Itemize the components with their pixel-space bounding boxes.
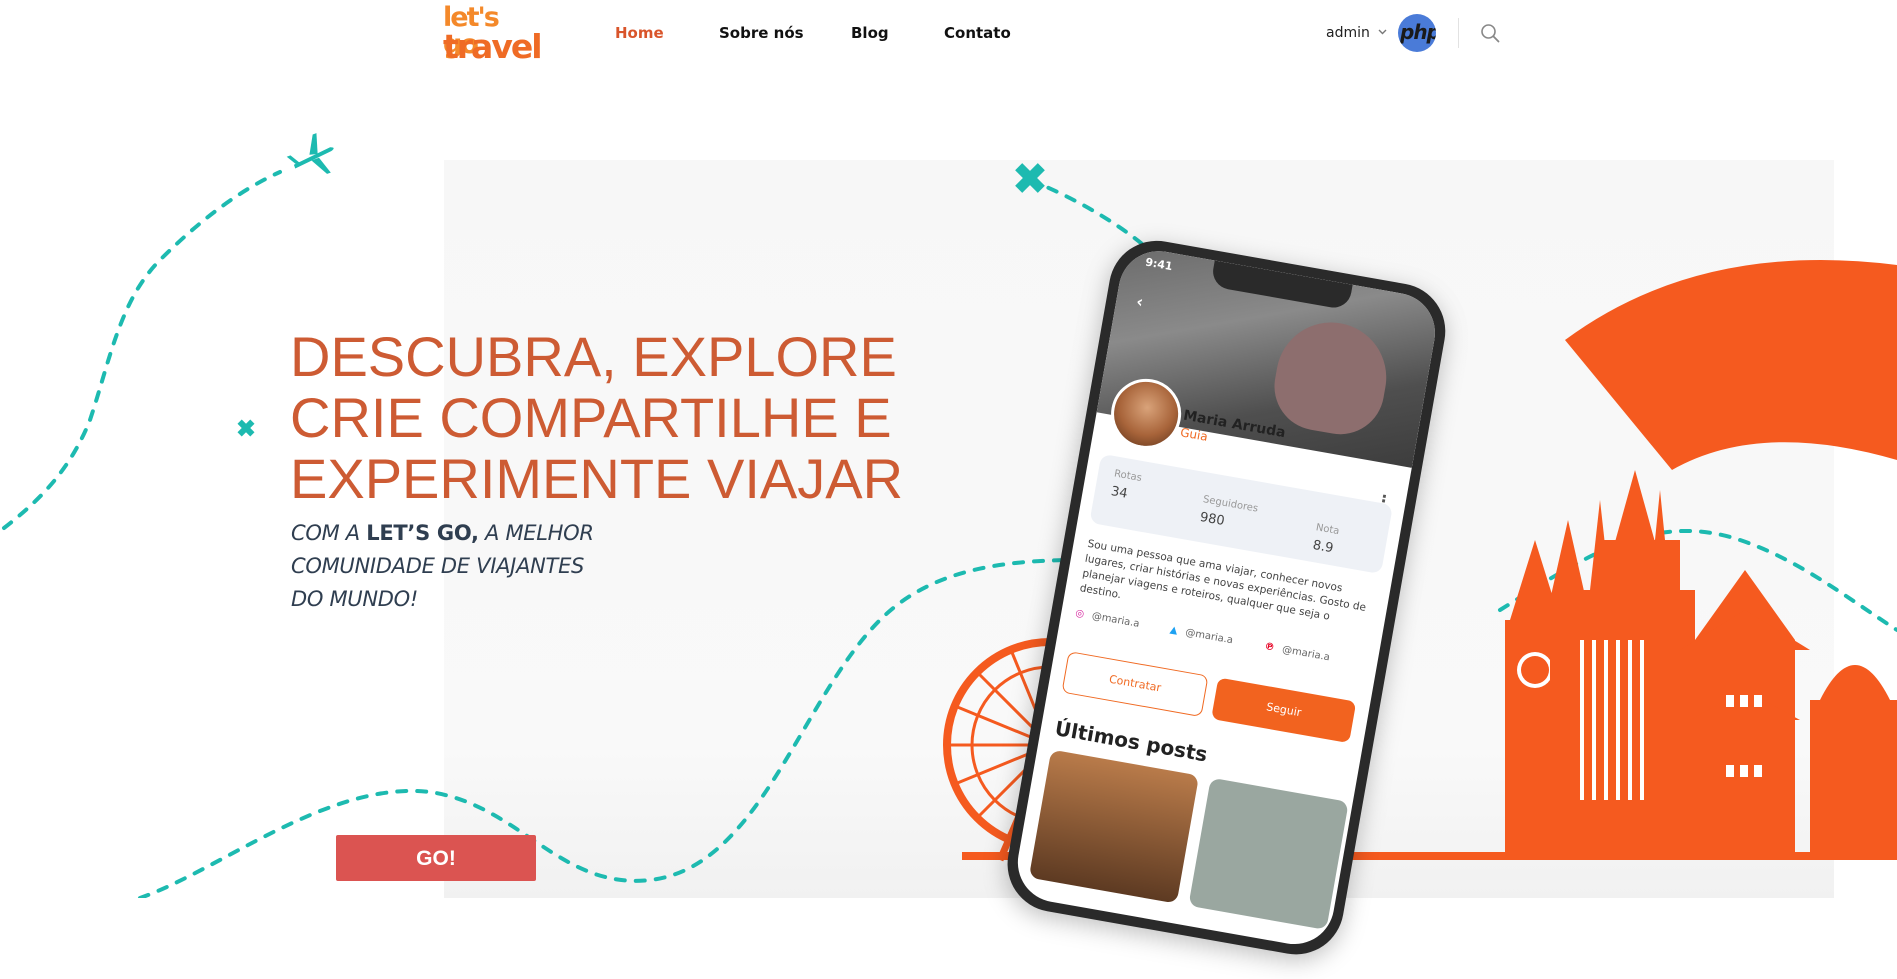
logo-line-2: travel	[443, 27, 543, 66]
hero-illustration	[2, 133, 1897, 898]
site-header: let's go travel Home Sobre nós Blog Cont…	[0, 0, 1897, 66]
tagline-prefix: COM A	[291, 521, 360, 545]
nav-about[interactable]: Sobre nós	[719, 24, 804, 42]
hire-button: Contratar	[1061, 651, 1209, 718]
nav-home[interactable]: Home	[615, 24, 664, 42]
stat-followers: Seguidores 980	[1198, 494, 1292, 541]
go-button[interactable]: GO!	[336, 835, 536, 881]
post-thumbnail	[1188, 777, 1349, 931]
twitter-icon: ▲	[1169, 624, 1179, 637]
nav-blog[interactable]: Blog	[851, 24, 889, 42]
hero-headline: DESCUBRA, EXPLORE CRIE COMPARTILHE E EXP…	[290, 326, 903, 509]
social-instagram: ◎ @maria.a	[1074, 608, 1140, 631]
pinterest-icon: ℗	[1263, 641, 1276, 654]
instagram-icon: ◎	[1074, 607, 1085, 621]
social-handle: @maria.a	[1281, 644, 1331, 664]
tagline-brand: LET’S GO,	[366, 521, 479, 545]
headline-line-1: DESCUBRA, EXPLORE	[290, 325, 897, 388]
headline-line-3: EXPERIMENTE VIAJAR	[290, 447, 904, 510]
dashed-route-left	[2, 170, 282, 530]
avatar-text: php	[1400, 20, 1436, 44]
chevron-down-icon[interactable]	[1377, 26, 1388, 37]
follow-button: Seguir	[1211, 677, 1357, 744]
post-thumbnail	[1028, 749, 1200, 904]
tagline-line-2: COMUNIDADE DE VIAJANTES	[291, 554, 585, 578]
header-divider	[1458, 18, 1459, 48]
cover-person-shape	[1267, 313, 1395, 442]
nav-contact[interactable]: Contato	[944, 24, 1011, 42]
search-icon[interactable]	[1480, 23, 1500, 43]
brand-logo[interactable]: let's go travel	[443, 4, 543, 66]
social-handle: @maria.a	[1090, 610, 1141, 630]
phone-frame: 9:41 ‹ Maria Arruda Guia ⋮ Rotas 34 Segu…	[999, 233, 1453, 962]
user-menu-name[interactable]: admin	[1326, 24, 1370, 42]
cross-icon	[1015, 163, 1045, 193]
stat-rating: Nota 8.9	[1311, 522, 1405, 569]
headline-line-2: CRIE COMPARTILHE E	[290, 386, 892, 449]
avatar[interactable]: php	[1398, 14, 1436, 52]
social-pinterest: ℗ @maria.a	[1263, 641, 1331, 664]
social-handle: @maria.a	[1184, 627, 1234, 647]
airplane-icon	[286, 133, 334, 174]
stat-routes: Rotas 34	[1110, 468, 1204, 515]
tagline-suffix: A MELHOR	[485, 521, 594, 545]
social-twitter: ▲ @maria.a	[1169, 624, 1234, 647]
hero-tagline: COM A LET’S GO, A MELHOR COMUNIDADE DE V…	[291, 517, 594, 616]
tagline-line-3: DO MUNDO!	[291, 587, 418, 611]
city-skyline-shape	[1505, 470, 1897, 860]
phone-screen: 9:41 ‹ Maria Arruda Guia ⋮ Rotas 34 Segu…	[1011, 244, 1442, 951]
dashed-route-bottom	[138, 558, 1082, 898]
orange-arch-shape	[1565, 260, 1897, 470]
cross-icon	[237, 419, 255, 437]
